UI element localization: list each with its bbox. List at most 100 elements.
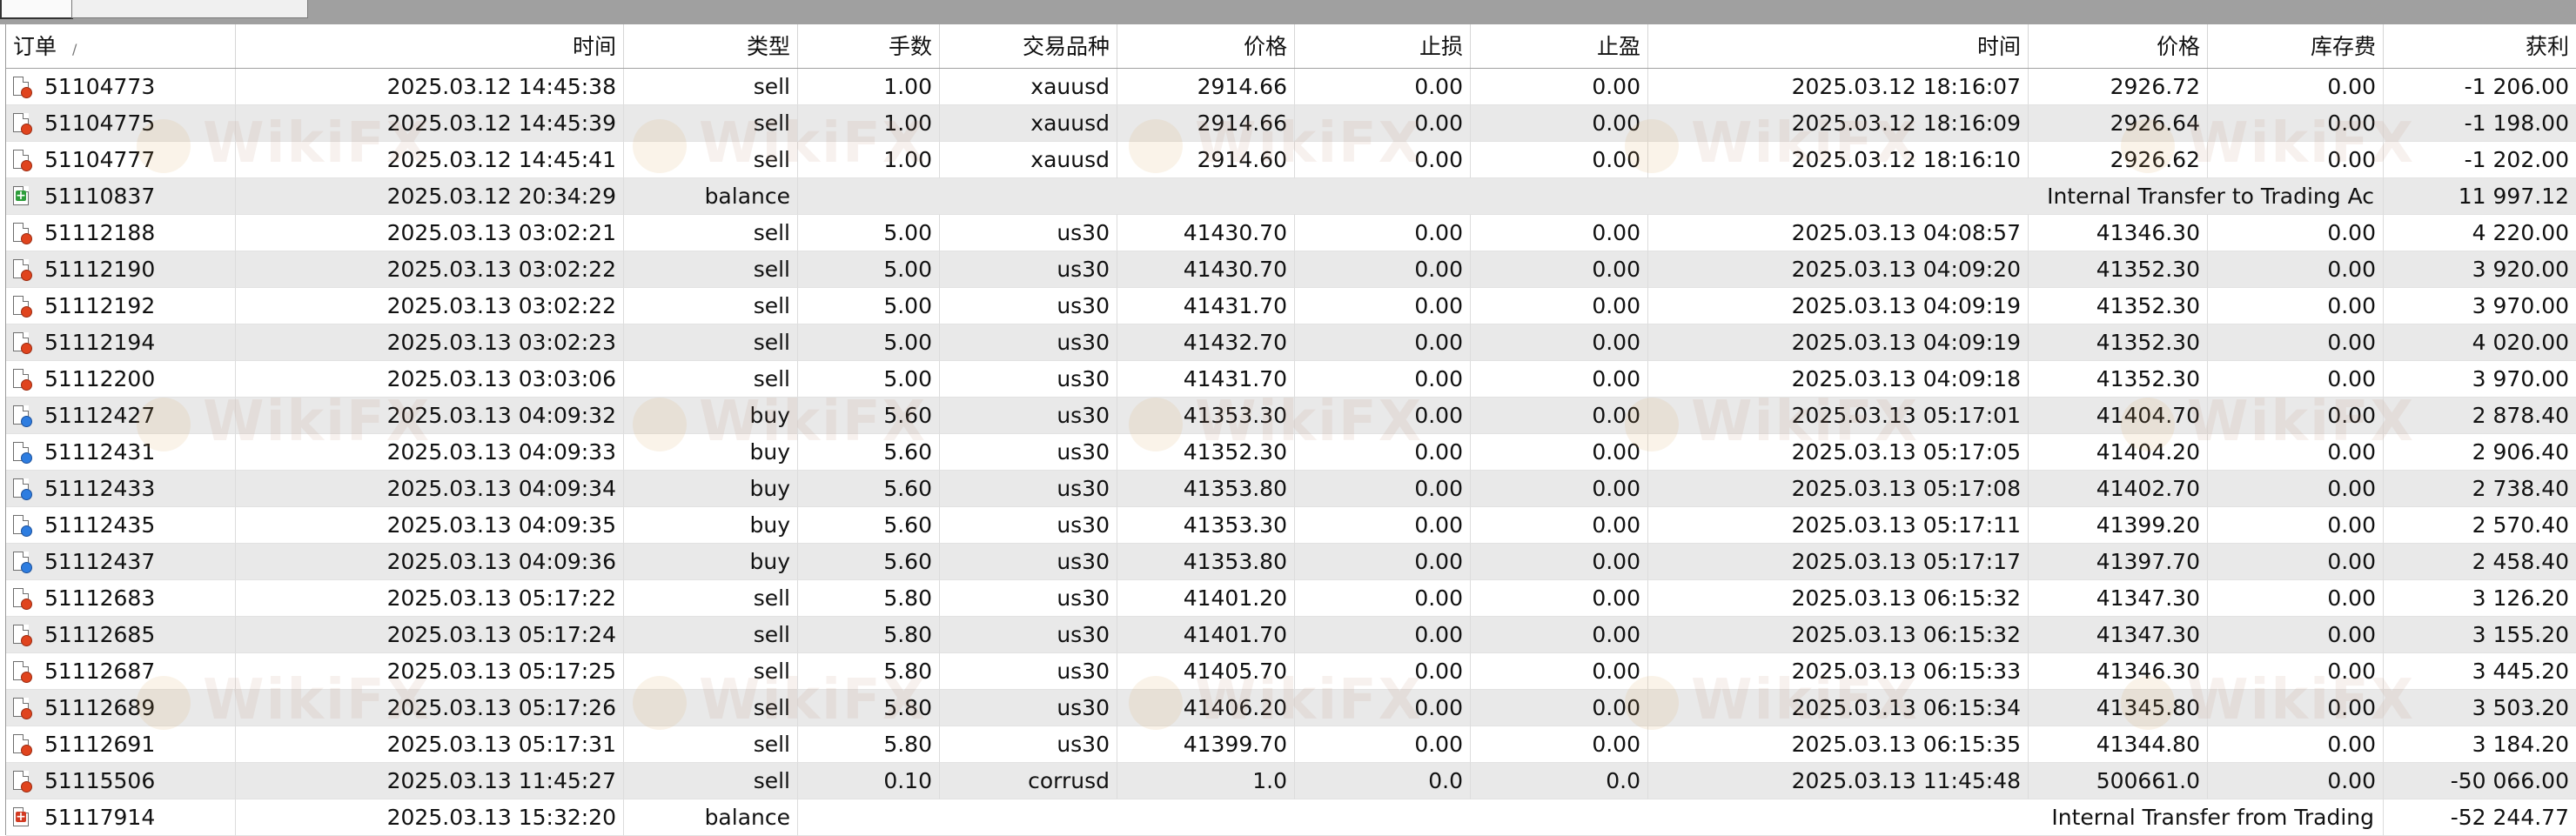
- cell-symbol: us30: [940, 617, 1117, 653]
- buy-order-icon: [13, 552, 32, 573]
- sell-order-icon: [13, 698, 32, 719]
- table-row[interactable]: 51112687 2025.03.13 05:17:25 sell 5.80 us30 4…: [6, 653, 2576, 690]
- cell-type: sell: [624, 580, 798, 617]
- table-row[interactable]: 51112685 2025.03.13 05:17:24 sell 5.80 us30 4…: [6, 617, 2576, 653]
- col-header-profit[interactable]: 获利: [2384, 24, 2576, 68]
- cell-open-time: 2025.03.12 14:45:39: [236, 105, 624, 142]
- cell-type: sell: [624, 288, 798, 324]
- cell-volume: 5.00: [798, 215, 940, 251]
- buy-order-icon: [13, 442, 32, 464]
- table-row[interactable]: 51112431 2025.03.13 04:09:33 buy 5.60 us30 41…: [6, 434, 2576, 471]
- table-row[interactable]: 51112435 2025.03.13 04:09:35 buy 5.60 us30 41…: [6, 507, 2576, 544]
- order-number: 51112200: [44, 366, 156, 391]
- cell-swap: 0.00: [2208, 544, 2384, 580]
- cell-sl: 0.00: [1295, 324, 1471, 361]
- order-number: 51104773: [44, 74, 156, 99]
- col-header-open-time[interactable]: 时间: [236, 24, 624, 68]
- cell-swap: 0.00: [2208, 398, 2384, 434]
- cell-volume: 1.00: [798, 69, 940, 105]
- col-header-swap[interactable]: 库存费: [2208, 24, 2384, 68]
- table-row[interactable]: 51112683 2025.03.13 05:17:22 sell 5.80 us30 4…: [6, 580, 2576, 617]
- table-row[interactable]: 51104775 2025.03.12 14:45:39 sell 1.00 xauus…: [6, 105, 2576, 142]
- buy-dot: [21, 452, 32, 464]
- col-header-open-price[interactable]: 价格: [1117, 24, 1295, 68]
- sell-order-icon: [13, 113, 32, 135]
- col-header-type[interactable]: 类型: [624, 24, 798, 68]
- cell-order: 51112190: [6, 251, 236, 288]
- table-row[interactable]: 51112192 2025.03.13 03:02:22 sell 5.00 us30 4…: [6, 288, 2576, 324]
- cell-open-time: 2025.03.12 14:45:38: [236, 69, 624, 105]
- cell-order: 51112685: [6, 617, 236, 653]
- col-header-close-time[interactable]: 时间: [1648, 24, 2029, 68]
- cell-open-price: 41401.70: [1117, 617, 1295, 653]
- top-tab[interactable]: [71, 0, 308, 18]
- order-number: 51112427: [44, 403, 156, 428]
- cell-close-time: 2025.03.13 06:15:35: [1648, 726, 2029, 763]
- sell-order-icon: [13, 588, 32, 610]
- cell-sl: 0.00: [1295, 361, 1471, 398]
- cell-volume: 5.80: [798, 726, 940, 763]
- cell-open-time: 2025.03.13 04:09:35: [236, 507, 624, 544]
- table-row[interactable]: 51115506 2025.03.13 11:45:27 sell 0.10 corru…: [6, 763, 2576, 799]
- cell-sl: 0.00: [1295, 215, 1471, 251]
- table-row[interactable]: 51112190 2025.03.13 03:02:22 sell 5.00 us30 4…: [6, 251, 2576, 288]
- table-row[interactable]: 51112437 2025.03.13 04:09:36 buy 5.60 us30 41…: [6, 544, 2576, 580]
- cell-open-time: 2025.03.13 04:09:36: [236, 544, 624, 580]
- sell-order-icon: [13, 734, 32, 756]
- cell-close-price: 41352.30: [2029, 361, 2208, 398]
- cell-tp: 0.00: [1471, 288, 1648, 324]
- buy-dot: [21, 562, 32, 573]
- cell-open-price: 41432.70: [1117, 324, 1295, 361]
- cell-open-time: 2025.03.13 03:02:22: [236, 251, 624, 288]
- cell-close-price: 41399.20: [2029, 507, 2208, 544]
- col-header-volume[interactable]: 手数: [798, 24, 940, 68]
- table-row[interactable]: +51117914 2025.03.13 15:32:20 balance Inter…: [6, 799, 2576, 836]
- table-row[interactable]: 51112188 2025.03.13 03:02:21 sell 5.00 us30 4…: [6, 215, 2576, 251]
- table-row[interactable]: 51104777 2025.03.12 14:45:41 sell 1.00 xauus…: [6, 142, 2576, 178]
- col-header-order[interactable]: 订单 /: [6, 24, 236, 68]
- deposit-mark: +: [16, 189, 26, 203]
- order-number: 51112190: [44, 257, 156, 282]
- table-row[interactable]: 51112689 2025.03.13 05:17:26 sell 5.80 us30 4…: [6, 690, 2576, 726]
- order-number: 51112433: [44, 476, 156, 501]
- cell-open-price: 41353.80: [1117, 544, 1295, 580]
- col-header-sl[interactable]: 止损: [1295, 24, 1471, 68]
- cell-open-price: 41401.20: [1117, 580, 1295, 617]
- cell-order: 51112200: [6, 361, 236, 398]
- top-tab-active[interactable]: [0, 0, 73, 19]
- cell-profit: 3 970.00: [2384, 288, 2576, 324]
- col-header-close-price[interactable]: 价格: [2029, 24, 2208, 68]
- table-row[interactable]: +51110837 2025.03.12 20:34:29 balance Inter…: [6, 178, 2576, 215]
- cell-tp: 0.00: [1471, 215, 1648, 251]
- cell-close-price: 41347.30: [2029, 580, 2208, 617]
- sell-dot: [21, 160, 32, 171]
- table-row[interactable]: 51112200 2025.03.13 03:03:06 sell 5.00 us30 4…: [6, 361, 2576, 398]
- table-row[interactable]: 51112433 2025.03.13 04:09:34 buy 5.60 us30 41…: [6, 471, 2576, 507]
- table-row[interactable]: 51112194 2025.03.13 03:02:23 sell 5.00 us30 4…: [6, 324, 2576, 361]
- table-row[interactable]: 51112427 2025.03.13 04:09:32 buy 5.60 us30 41…: [6, 398, 2576, 434]
- cell-open-price: 41406.20: [1117, 690, 1295, 726]
- cell-close-price: 500661.0: [2029, 763, 2208, 799]
- cell-open-price: 41352.30: [1117, 434, 1295, 471]
- order-number: 51112431: [44, 439, 156, 465]
- cell-close-price: 41397.70: [2029, 544, 2208, 580]
- table-row[interactable]: 51112691 2025.03.13 05:17:31 sell 5.80 us30 4…: [6, 726, 2576, 763]
- cell-type: buy: [624, 398, 798, 434]
- col-header-tp[interactable]: 止盈: [1471, 24, 1648, 68]
- cell-open-time: 2025.03.13 04:09:32: [236, 398, 624, 434]
- cell-comment: Internal Transfer from Trading: [798, 799, 2384, 836]
- table-row[interactable]: 51104773 2025.03.12 14:45:38 sell 1.00 xauus…: [6, 69, 2576, 105]
- cell-tp: 0.00: [1471, 398, 1648, 434]
- cell-close-price: 41352.30: [2029, 251, 2208, 288]
- cell-type: sell: [624, 324, 798, 361]
- col-header-symbol[interactable]: 交易品种: [940, 24, 1117, 68]
- cell-tp: 0.00: [1471, 471, 1648, 507]
- cell-type: buy: [624, 544, 798, 580]
- cell-type: sell: [624, 215, 798, 251]
- cell-order: 51112431: [6, 434, 236, 471]
- cell-sl: 0.00: [1295, 398, 1471, 434]
- cell-close-time: 2025.03.13 05:17:05: [1648, 434, 2029, 471]
- cell-close-time: 2025.03.13 05:17:11: [1648, 507, 2029, 544]
- cell-type: sell: [624, 142, 798, 178]
- cell-open-price: 41430.70: [1117, 215, 1295, 251]
